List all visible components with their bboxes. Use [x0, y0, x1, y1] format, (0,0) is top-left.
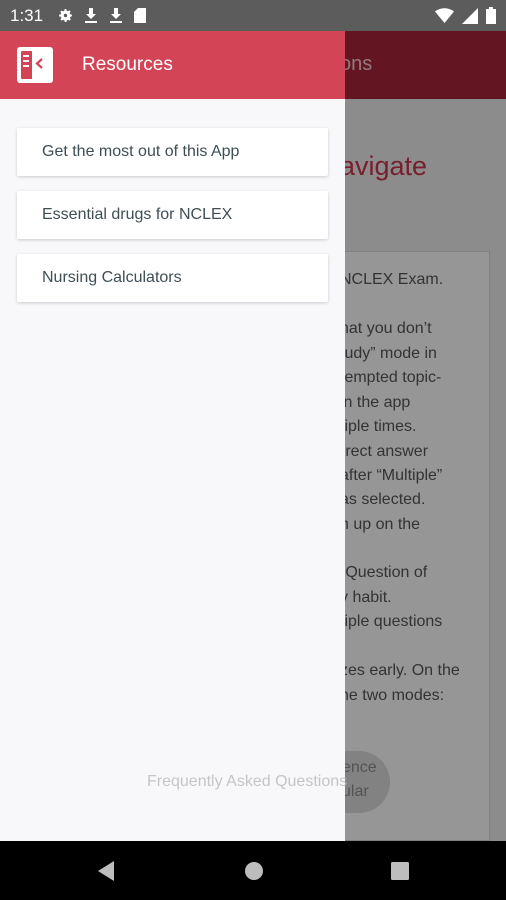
- navigation-drawer: Resources Get the most out of this App E…: [0, 31, 347, 841]
- status-time: 1:31: [10, 5, 44, 25]
- download-icon: [110, 8, 123, 23]
- faq-button-label[interactable]: Frequently Asked Questions: [147, 773, 347, 791]
- drawer-item-label: Nursing Calculators: [42, 269, 182, 286]
- drawer-item-label: Essential drugs for NCLEX: [42, 206, 233, 223]
- back-icon[interactable]: [96, 860, 116, 882]
- status-bar: 1:31: [0, 0, 506, 31]
- drawer-item-label: Get the most out of this App: [42, 143, 240, 160]
- status-icons-left: [57, 7, 147, 24]
- drawer-header: Resources: [0, 31, 345, 99]
- book-back-icon[interactable]: [16, 46, 54, 84]
- home-icon[interactable]: [244, 860, 264, 882]
- wifi-icon: [435, 7, 454, 23]
- drawer-item-nursing-calculators[interactable]: Nursing Calculators: [17, 254, 328, 302]
- system-nav-bar: [0, 841, 506, 900]
- drawer-item-get-the-most[interactable]: Get the most out of this App: [17, 128, 328, 176]
- drawer-list: Get the most out of this App Essential d…: [0, 99, 345, 302]
- drawer-item-essential-drugs[interactable]: Essential drugs for NCLEX: [17, 191, 328, 239]
- status-icons-right: [435, 7, 496, 24]
- download-icon: [85, 8, 98, 23]
- signal-icon: [462, 7, 478, 24]
- recents-icon[interactable]: [390, 860, 410, 882]
- gear-icon: [59, 9, 72, 23]
- battery-icon: [486, 7, 496, 24]
- sd-card-icon: [134, 8, 147, 23]
- drawer-title: Resources: [82, 54, 173, 75]
